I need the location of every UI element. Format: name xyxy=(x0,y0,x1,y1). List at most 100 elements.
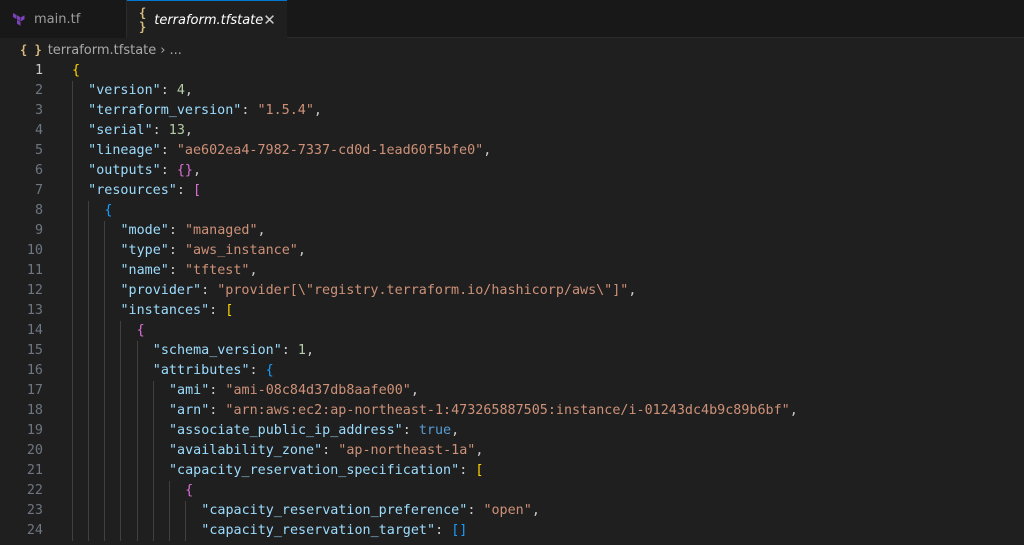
code-token: "arn:aws:ec2:ap-northeast-1:473265887505… xyxy=(225,403,790,418)
code-line[interactable]: 21 "capacity_reservation_specification": … xyxy=(0,461,1024,481)
indent-guide xyxy=(104,481,106,501)
code-text: "type": "aws_instance", xyxy=(120,241,305,261)
breadcrumb-file[interactable]: terraform.tfstate xyxy=(48,43,157,58)
line-number: 23 xyxy=(26,503,43,518)
code-token: "tftest" xyxy=(184,263,250,278)
indent-guide xyxy=(136,501,138,521)
indent-guide xyxy=(104,221,106,241)
code-token: "provider[\"registry.terraform.io/hashic… xyxy=(217,283,629,298)
code-token: "1.5.4" xyxy=(257,103,314,118)
code-token: : xyxy=(241,103,258,118)
indent-guide xyxy=(88,201,90,221)
indent-guide xyxy=(136,441,138,461)
indent-guide xyxy=(136,461,138,481)
code-line[interactable]: 2 "version": 4, xyxy=(0,81,1024,101)
indent-guide xyxy=(104,281,106,301)
indent-guide xyxy=(72,361,73,381)
code-token: , xyxy=(789,403,798,418)
indent-guide xyxy=(120,341,122,361)
indent-guide xyxy=(72,201,73,221)
code-line[interactable]: 19 "associate_public_ip_address": true, xyxy=(0,421,1024,441)
indent-guide xyxy=(72,481,73,501)
code-token: "aws_instance" xyxy=(184,243,298,258)
indent-guide xyxy=(136,481,138,501)
code-line[interactable]: 11 "name": "tftest", xyxy=(0,261,1024,281)
indent-guide xyxy=(72,121,73,141)
indent-guide xyxy=(104,501,106,521)
indent-guide xyxy=(72,101,73,121)
code-token: 1 xyxy=(297,343,306,358)
indent-guide xyxy=(152,521,154,541)
code-line[interactable]: 18 "arn": "arn:aws:ec2:ap-northeast-1:473… xyxy=(0,401,1024,421)
indent-guide xyxy=(136,381,138,401)
indent-guide xyxy=(185,521,187,541)
indent-guide xyxy=(88,461,90,481)
code-token: "capacity_reservation_preference" xyxy=(201,503,468,518)
code-line[interactable]: 1{ xyxy=(0,61,1024,81)
indent-guide xyxy=(72,321,73,341)
indent-guide xyxy=(136,401,138,421)
indent-guide xyxy=(88,261,90,281)
tab-bar: main.tf { } terraform.tfstate ✕ xyxy=(0,0,1024,39)
indent-guide xyxy=(72,81,73,101)
code-line[interactable]: 9 "mode": "managed", xyxy=(0,221,1024,241)
code-line[interactable]: 20 "availability_zone": "ap-northeast-1a"… xyxy=(0,441,1024,461)
code-line[interactable]: 24 "capacity_reservation_target": [] xyxy=(0,521,1024,541)
code-token: , xyxy=(305,343,315,358)
code-text: { xyxy=(72,61,80,81)
indent-guide xyxy=(88,281,90,301)
tab-main-tf[interactable]: main.tf xyxy=(0,0,127,38)
code-token: [] xyxy=(451,523,468,538)
code-line[interactable]: 16 "attributes": { xyxy=(0,361,1024,381)
code-token: "name" xyxy=(120,263,169,278)
code-token: [ xyxy=(192,183,202,198)
indent-guide xyxy=(72,141,73,161)
indent-guide xyxy=(104,301,106,321)
code-token: "attributes" xyxy=(152,363,250,378)
code-token: "capacity_reservation_specification" xyxy=(168,463,460,478)
code-line[interactable]: 3 "terraform_version": "1.5.4", xyxy=(0,101,1024,121)
code-line[interactable]: 22 { xyxy=(0,481,1024,501)
code-text: "capacity_reservation_specification": [ xyxy=(169,461,483,481)
code-line[interactable]: 10 "type": "aws_instance", xyxy=(0,241,1024,261)
code-text: "version": 4, xyxy=(88,81,193,101)
tab-terraform-tfstate[interactable]: { } terraform.tfstate ✕ xyxy=(127,0,287,39)
indent-guide xyxy=(72,501,73,521)
code-line[interactable]: 15 "schema_version": 1, xyxy=(0,341,1024,361)
code-line[interactable]: 6 "outputs": {}, xyxy=(0,161,1024,181)
code-line[interactable]: 14 { xyxy=(0,321,1024,341)
code-line[interactable]: 5 "lineage": "ae602ea4-7982-7337-cd0d-1ea… xyxy=(0,141,1024,161)
line-number: 17 xyxy=(26,383,43,398)
code-token: "terraform_version" xyxy=(88,103,242,118)
indent-guide xyxy=(104,321,106,341)
code-line[interactable]: 12 "provider": "provider[\"registry.terra… xyxy=(0,281,1024,301)
code-text: "instances": [ xyxy=(120,301,233,321)
code-text: "capacity_reservation_preference": "open… xyxy=(201,501,540,521)
code-token: : xyxy=(160,143,177,158)
indent-guide xyxy=(72,381,73,401)
indent-guide xyxy=(104,381,106,401)
code-line[interactable]: 17 "ami": "ami-08c84d37db8aafe00", xyxy=(0,381,1024,401)
code-token: "ae602ea4-7982-7337-cd0d-1ead60f5bfe0" xyxy=(176,143,484,158)
code-line[interactable]: 13 "instances": [ xyxy=(0,301,1024,321)
code-line[interactable]: 8{ xyxy=(0,201,1024,221)
indent-guide xyxy=(120,521,122,541)
code-token: 13 xyxy=(168,123,185,138)
code-line[interactable]: 23 "capacity_reservation_preference": "op… xyxy=(0,501,1024,521)
indent-guide xyxy=(104,521,106,541)
breadcrumb-more[interactable]: ... xyxy=(169,43,181,58)
code-token: "associate_public_ip_address" xyxy=(168,423,403,438)
indent-guide xyxy=(72,161,73,181)
line-number: 19 xyxy=(26,423,43,438)
code-editor[interactable]: 1{2 "version": 4, 3 "terraform_version": "1… xyxy=(0,61,1024,545)
close-icon[interactable]: ✕ xyxy=(263,11,276,29)
code-token: "instances" xyxy=(120,303,210,318)
indent-guide xyxy=(104,401,106,421)
code-token: : xyxy=(402,423,419,438)
code-line[interactable]: 7 "resources": [ xyxy=(0,181,1024,201)
indent-guide xyxy=(104,341,106,361)
code-text: "mode": "managed", xyxy=(120,221,265,241)
indent-guide xyxy=(72,181,73,201)
code-token: "ap-northeast-1a" xyxy=(338,443,476,458)
code-line[interactable]: 4 "serial": 13, xyxy=(0,121,1024,141)
